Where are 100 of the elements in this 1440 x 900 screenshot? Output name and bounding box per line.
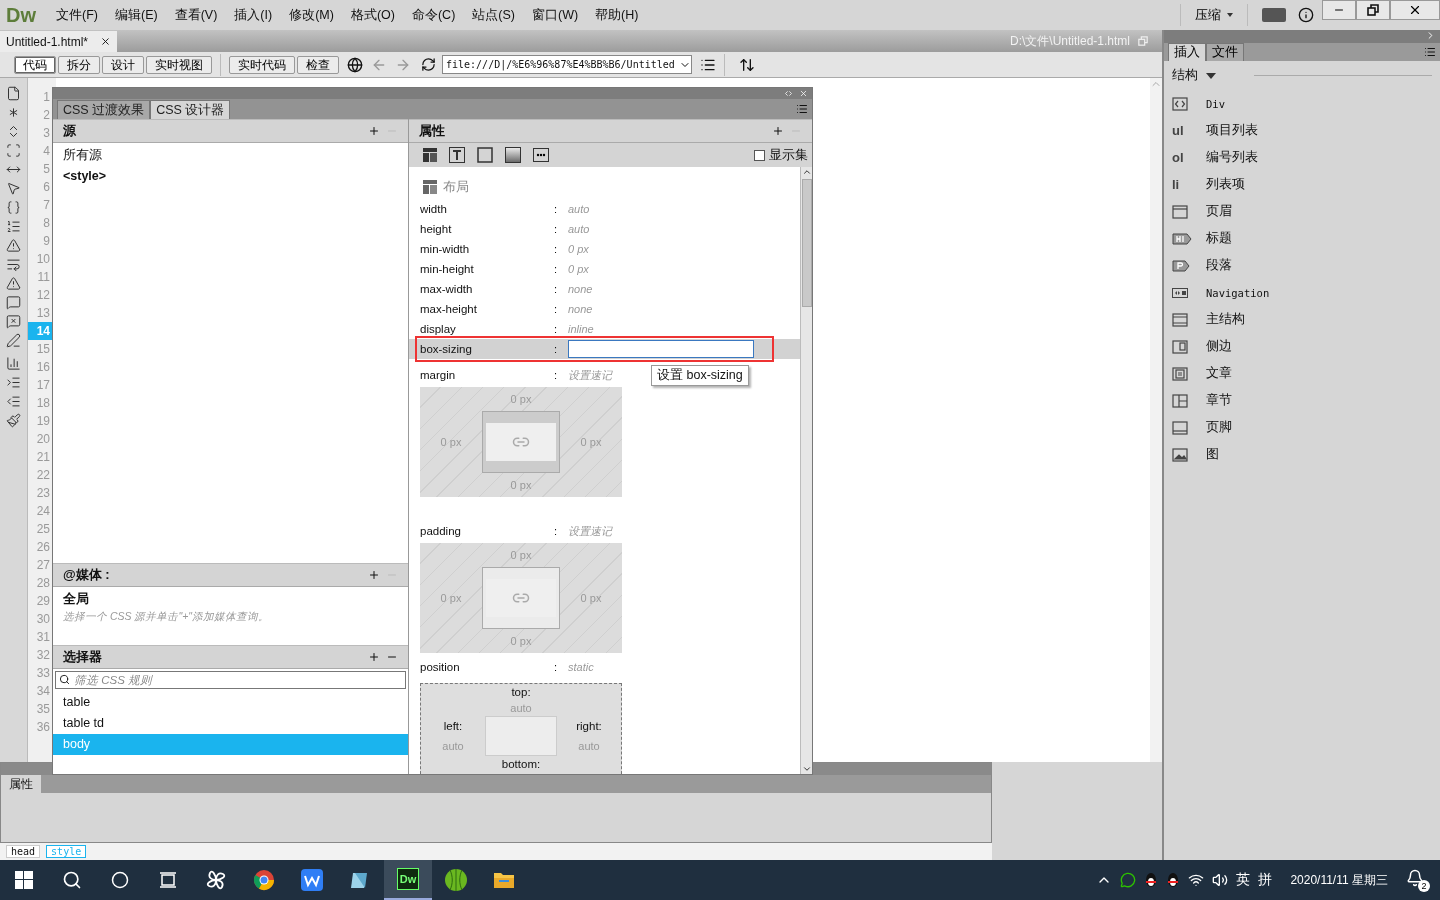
menu-item[interactable]: 编辑(E) bbox=[114, 6, 158, 24]
media-item[interactable]: 全局 bbox=[63, 589, 398, 610]
scrollbar-thumb[interactable] bbox=[801, 179, 812, 307]
numbered-list-icon[interactable] bbox=[6, 219, 21, 234]
line-number: 22 bbox=[35, 467, 51, 484]
filter-field[interactable]: 筛选 CSS 规则 bbox=[55, 671, 406, 689]
indent-icon[interactable] bbox=[6, 375, 21, 390]
taskbar-app[interactable]: Dw bbox=[384, 860, 432, 900]
add-icon[interactable] bbox=[368, 651, 380, 663]
insert-item[interactable]: 页眉 bbox=[1164, 198, 1440, 225]
wrap-icon[interactable] bbox=[6, 257, 21, 272]
selector-item[interactable]: table td bbox=[53, 713, 408, 734]
panel-tab[interactable]: CSS 过渡效果 bbox=[57, 100, 151, 119]
scrollbar[interactable] bbox=[800, 167, 812, 774]
category-dropdown[interactable]: 结构 bbox=[1172, 67, 1216, 84]
file-icon[interactable] bbox=[6, 86, 21, 101]
insert-item[interactable]: 页脚 bbox=[1164, 414, 1440, 441]
menu-item[interactable]: 帮助(H) bbox=[595, 6, 639, 24]
border-icon[interactable] bbox=[477, 147, 493, 163]
colon: : bbox=[554, 223, 559, 235]
show-set-checkbox[interactable]: 显示集 bbox=[754, 146, 808, 164]
add-icon[interactable] bbox=[368, 569, 380, 581]
insert-item[interactable]: 章节 bbox=[1164, 387, 1440, 414]
panel-tab[interactable]: CSS 设计器 bbox=[150, 100, 231, 119]
brush-icon[interactable] bbox=[6, 413, 21, 428]
document-tab[interactable]: Untitled-1.html* bbox=[0, 31, 118, 52]
chat-icon[interactable] bbox=[1120, 872, 1137, 888]
input-method[interactable]: 拼 bbox=[1258, 871, 1273, 889]
text-icon[interactable] bbox=[449, 147, 465, 163]
insert-item[interactable]: li 列表项 bbox=[1164, 171, 1440, 198]
panel-tab[interactable]: 属性 bbox=[1, 775, 41, 793]
date-text[interactable]: 2020/11/11 星期三 bbox=[1290, 871, 1388, 889]
chart-icon[interactable] bbox=[6, 356, 21, 371]
address-field[interactable]: file:///D|/%E6%96%87%E4%BB%B6/Untitled bbox=[442, 55, 692, 74]
view-button[interactable]: 拆分 bbox=[58, 55, 100, 74]
view-button[interactable]: 代码 bbox=[14, 55, 56, 74]
pointer-icon[interactable] bbox=[6, 181, 21, 196]
menu-item[interactable]: 窗口(W) bbox=[531, 6, 579, 24]
panel-menu-icon[interactable] bbox=[796, 103, 808, 115]
network-icon[interactable] bbox=[1188, 872, 1205, 888]
collapse-icon[interactable] bbox=[784, 89, 793, 98]
insert-item[interactable]: 主结构 bbox=[1164, 306, 1440, 333]
braces-icon[interactable] bbox=[6, 200, 21, 215]
chevron-down-icon[interactable] bbox=[801, 764, 812, 774]
menu-item[interactable]: 插入(I) bbox=[234, 6, 273, 24]
comment-remove-icon[interactable] bbox=[6, 314, 21, 329]
outdent-icon[interactable] bbox=[6, 394, 21, 409]
warning-icon[interactable] bbox=[6, 238, 21, 253]
globe-icon[interactable] bbox=[347, 56, 363, 73]
comment-icon[interactable] bbox=[6, 295, 21, 310]
pen-icon[interactable] bbox=[6, 333, 21, 348]
add-icon[interactable] bbox=[368, 125, 380, 137]
property-input[interactable] bbox=[568, 340, 754, 358]
insert-item[interactable]: Navigation bbox=[1164, 279, 1440, 306]
volume-icon[interactable] bbox=[1212, 872, 1229, 888]
menu-item[interactable]: 命令(C) bbox=[411, 6, 456, 24]
add-icon[interactable] bbox=[772, 125, 784, 137]
insert-item[interactable]: 图 bbox=[1164, 441, 1440, 468]
panel-tab[interactable]: 文件 bbox=[1206, 43, 1244, 61]
panel-menu-icon[interactable] bbox=[1424, 46, 1436, 58]
line-number: 19 bbox=[35, 413, 51, 430]
insert-item[interactable]: ul 项目列表 bbox=[1164, 117, 1440, 144]
source-item[interactable]: <style> bbox=[53, 166, 408, 187]
line-number: 20 bbox=[35, 431, 51, 448]
info-icon[interactable] bbox=[1298, 7, 1314, 23]
more-icon[interactable] bbox=[533, 148, 549, 162]
layout-icon[interactable] bbox=[423, 148, 437, 162]
toolbar-button[interactable]: 实时代码 bbox=[229, 55, 295, 74]
insert-item[interactable]: 段落 bbox=[1164, 252, 1440, 279]
menu-item[interactable]: 查看(V) bbox=[174, 6, 218, 24]
menu-item[interactable]: 站点(S) bbox=[472, 6, 515, 24]
panel-tab[interactable]: 插入 bbox=[1168, 43, 1206, 61]
penguin-icon[interactable] bbox=[1144, 872, 1159, 888]
insert-item[interactable]: Div bbox=[1164, 90, 1440, 117]
input-language[interactable]: 英 bbox=[1236, 871, 1251, 889]
toolbar-button[interactable]: 检查 bbox=[297, 55, 339, 74]
warning-icon[interactable] bbox=[6, 276, 21, 291]
refresh-icon[interactable] bbox=[421, 57, 436, 72]
close-icon[interactable] bbox=[100, 36, 112, 47]
view-button[interactable]: 设计 bbox=[102, 55, 144, 74]
tag-chip[interactable]: head bbox=[6, 845, 41, 858]
menu-item[interactable]: 文件(F) bbox=[56, 6, 98, 24]
penguin-icon[interactable] bbox=[1166, 872, 1181, 888]
insert-item[interactable]: 文章 bbox=[1164, 360, 1440, 387]
gradient-icon[interactable] bbox=[505, 147, 521, 163]
document-app-icon bbox=[301, 869, 323, 891]
scrollbar[interactable] bbox=[1150, 78, 1162, 762]
view-button[interactable]: 实时视图 bbox=[146, 55, 212, 74]
notification-button[interactable]: 2 bbox=[1406, 868, 1430, 892]
workspace-dropdown[interactable]: 压缩 bbox=[1180, 4, 1248, 26]
menu-item[interactable]: 格式(O) bbox=[350, 6, 395, 24]
insert-item[interactable]: 侧边 bbox=[1164, 333, 1440, 360]
insert-item[interactable]: ol 编号列表 bbox=[1164, 144, 1440, 171]
menu-item[interactable]: 修改(M) bbox=[289, 6, 334, 24]
selector-item[interactable]: table bbox=[53, 692, 408, 713]
sort-icon[interactable] bbox=[739, 56, 755, 73]
source-item[interactable]: 所有源 bbox=[53, 145, 408, 166]
line-number: 27 bbox=[35, 557, 51, 574]
restore-button[interactable] bbox=[1356, 0, 1390, 20]
insert-item[interactable]: 标题 bbox=[1164, 225, 1440, 252]
